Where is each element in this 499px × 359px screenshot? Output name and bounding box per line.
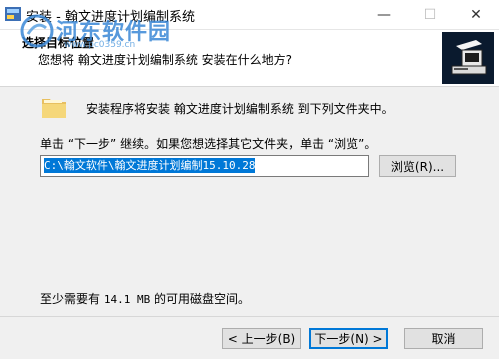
window-title: 安装 - 翰文进度计划编制系统 xyxy=(26,10,195,25)
maximize-icon: ☐ xyxy=(423,7,437,23)
disk-space-prefix: 至少需要有 xyxy=(40,292,104,306)
wizard-header: 选择目标位置 您想将 翰文进度计划编制系统 安装在什么地方? xyxy=(0,30,499,87)
maximize-button[interactable]: ☐ xyxy=(407,0,453,30)
cancel-button[interactable]: 取消 xyxy=(404,328,483,349)
intro-text: 安装程序将安装 翰文进度计划编制系统 到下列文件夹中。 xyxy=(86,102,394,116)
computer-install-icon xyxy=(442,32,494,84)
disk-space-text: 至少需要有 14.1 MB 的可用磁盘空间。 xyxy=(40,290,250,307)
next-button[interactable]: 下一步(N) > xyxy=(309,328,388,349)
title-bar: 安装 - 翰文进度计划编制系统 — ☐ ✕ xyxy=(0,0,499,30)
disk-space-value: 14.1 MB xyxy=(103,293,151,306)
minimize-button[interactable]: — xyxy=(361,0,407,30)
back-button[interactable]: < 上一步(B) xyxy=(222,328,301,349)
footer-divider xyxy=(0,316,499,317)
page-subtitle: 您想将 翰文进度计划编制系统 安装在什么地方? xyxy=(38,53,292,67)
install-path-input[interactable]: C:\翰文软件\翰文进度计划编制15.10.28 xyxy=(40,155,369,177)
installer-icon xyxy=(4,5,22,23)
folder-icon xyxy=(40,94,68,120)
close-button[interactable]: ✕ xyxy=(453,0,499,30)
disk-space-suffix: 的可用磁盘空间。 xyxy=(150,292,251,306)
instruction-text: 单击 “下一步” 继续。如果您想选择其它文件夹，单击 “浏览”。 xyxy=(40,137,377,151)
minimize-icon: — xyxy=(377,7,391,23)
page-title: 选择目标位置 xyxy=(22,36,95,50)
browse-button[interactable]: 浏览(R)... xyxy=(379,155,456,177)
install-path-value: C:\翰文软件\翰文进度计划编制15.10.28 xyxy=(44,158,256,173)
close-icon: ✕ xyxy=(470,7,482,23)
